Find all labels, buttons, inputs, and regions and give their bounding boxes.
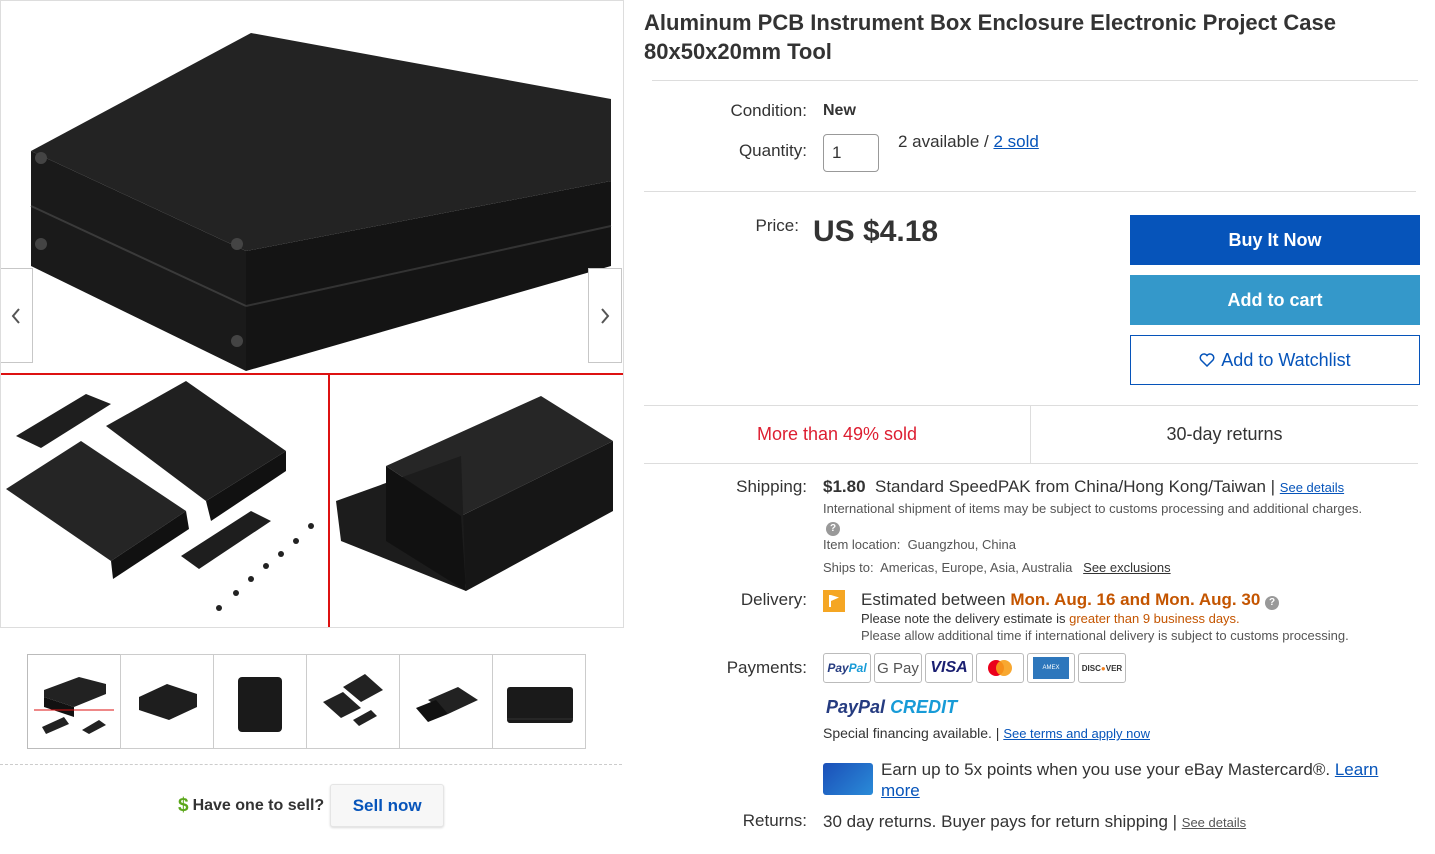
mastercard-promo-text: Earn up to 5x points when you use your e…	[881, 760, 1331, 779]
sold-percent-badge: More than 49% sold	[644, 405, 1030, 463]
sell-now-button[interactable]: Sell now	[330, 784, 445, 827]
quantity-label: Quantity:	[738, 141, 807, 160]
heart-icon	[1199, 353, 1215, 367]
payments-label: Payments:	[726, 658, 807, 677]
ships-to-value: Americas, Europe, Asia, Australia	[880, 560, 1073, 575]
item-location: Item location: Guangzhou, China	[823, 537, 1016, 552]
product-title-line-2: 80x50x20mm Tool	[644, 39, 832, 64]
thumbnail-3[interactable]	[213, 654, 307, 749]
visa-logo: VISA	[925, 653, 973, 683]
returns-label: Returns:	[742, 811, 807, 830]
enclosure-photo-top	[30, 33, 612, 371]
delivery-dates: Mon. Aug. 16 and Mon. Aug. 30	[1010, 590, 1261, 609]
chevron-left-icon	[11, 307, 20, 324]
shipping-label: Shipping:	[736, 477, 807, 496]
returns-text: 30 day returns. Buyer pays for return sh…	[823, 812, 1182, 831]
delivery-estimated-prefix: Estimated between	[861, 590, 1011, 609]
thumbnail-6[interactable]	[492, 654, 586, 749]
buy-it-now-button[interactable]: Buy It Now	[1130, 215, 1420, 265]
product-title-line-1: Aluminum PCB Instrument Box Enclosure El…	[644, 10, 1336, 35]
add-to-watchlist-button[interactable]: Add to Watchlist	[1130, 335, 1420, 385]
price-value: US $4.18	[813, 215, 939, 248]
watchlist-label: Add to Watchlist	[1221, 349, 1351, 370]
add-to-cart-button[interactable]: Add to cart	[1130, 275, 1420, 325]
shipping-see-details-link[interactable]: See details	[1280, 480, 1344, 495]
shipping-service: Standard SpeedPAK from China/Hong Kong/T…	[875, 477, 1280, 496]
shipping-cost: $1.80	[823, 477, 866, 496]
thumbnail-4[interactable]	[306, 654, 400, 749]
enclosure-open-photo	[336, 396, 613, 591]
returns-policy: 30 day returns. Buyer pays for return sh…	[823, 812, 1246, 832]
delivery-label: Delivery:	[740, 590, 807, 609]
delivery-note-2: Please allow additional time if internat…	[861, 628, 1349, 643]
gallery-divider	[0, 764, 622, 765]
mastercard-promo: Earn up to 5x points when you use your e…	[881, 759, 1411, 801]
product-title: Aluminum PCB Instrument Box Enclosure El…	[644, 8, 1404, 66]
condition-label: Condition:	[730, 101, 807, 120]
dollar-icon: $	[178, 794, 189, 816]
see-exclusions-link[interactable]: See exclusions	[1083, 560, 1170, 575]
product-main-image[interactable]	[1, 1, 623, 627]
paypal-credit-logo: PayPal CREDIT	[826, 697, 957, 718]
chevron-right-icon	[601, 307, 610, 324]
ships-to-label: Ships to:	[823, 560, 874, 575]
intl-help-button[interactable]: ?	[826, 519, 840, 536]
sold-count-link[interactable]: 2 sold	[993, 132, 1038, 151]
quantity-availability: 2 available / 2 sold	[898, 132, 1039, 152]
flag-icon	[823, 590, 845, 612]
special-financing: Special financing available. | See terms…	[823, 725, 1150, 741]
payment-logos: PayPal G Pay VISA AMEX DISC●VER	[823, 653, 1129, 683]
title-divider	[652, 80, 1418, 81]
sell-question: Have one to sell?	[192, 796, 325, 814]
credit-word: CREDIT	[890, 697, 958, 717]
stats-divider	[644, 463, 1418, 464]
ships-to: Ships to: Americas, Europe, Asia, Austra…	[823, 560, 1171, 575]
ebay-mastercard-icon	[823, 763, 873, 795]
mastercard-logo	[976, 653, 1024, 683]
delivery-help-icon[interactable]: ?	[1265, 595, 1280, 610]
shipping-line: $1.80 Standard SpeedPAK from China/Hong …	[823, 477, 1344, 497]
gallery-prev-button[interactable]	[1, 268, 33, 363]
intl-shipping-note: International shipment of items may be s…	[823, 501, 1363, 516]
returns-badge: 30-day returns	[1030, 405, 1418, 463]
delivery-estimate: Estimated between Mon. Aug. 16 and Mon. …	[861, 590, 1280, 610]
financing-text: Special financing available.	[823, 725, 992, 741]
enclosure-parts-photo	[6, 381, 314, 611]
paypal-credit-word: PayPal	[826, 697, 886, 717]
delivery-note: Please note the delivery estimate is gre…	[861, 611, 1240, 626]
see-terms-link[interactable]: See terms and apply now	[1003, 726, 1150, 741]
question-icon: ?	[826, 521, 840, 536]
paypal-logo: PayPal	[823, 653, 871, 683]
delivery-note-prefix: Please note the delivery estimate is	[861, 611, 1070, 626]
sell-one-row: $ Have one to sell? Sell now	[178, 784, 445, 827]
thumbnail-strip	[27, 654, 586, 749]
amex-logo: AMEX	[1027, 653, 1075, 683]
item-location-value: Guangzhou, China	[907, 537, 1016, 552]
item-location-label: Item location:	[823, 537, 901, 552]
returns-see-details-link[interactable]: See details	[1182, 815, 1246, 830]
available-text: 2 available /	[898, 132, 994, 151]
quantity-divider	[644, 191, 1416, 192]
thumbnail-2[interactable]	[120, 654, 214, 749]
thumbnail-5[interactable]	[399, 654, 493, 749]
gallery-next-button[interactable]	[588, 268, 622, 363]
thumbnail-1[interactable]	[27, 654, 121, 749]
condition-value: New	[823, 102, 856, 119]
delivery-note-highlight: greater than 9 business days.	[1069, 611, 1240, 626]
image-gallery	[0, 0, 624, 628]
learn-more-link[interactable]: Learn	[1335, 760, 1378, 779]
learn-more-link-2[interactable]: more	[881, 781, 920, 800]
financing-separator: |	[991, 725, 1004, 741]
google-pay-logo: G Pay	[874, 653, 922, 683]
discover-logo: DISC●VER	[1078, 653, 1126, 683]
price-label: Price:	[755, 216, 799, 235]
quantity-input[interactable]	[823, 134, 879, 172]
